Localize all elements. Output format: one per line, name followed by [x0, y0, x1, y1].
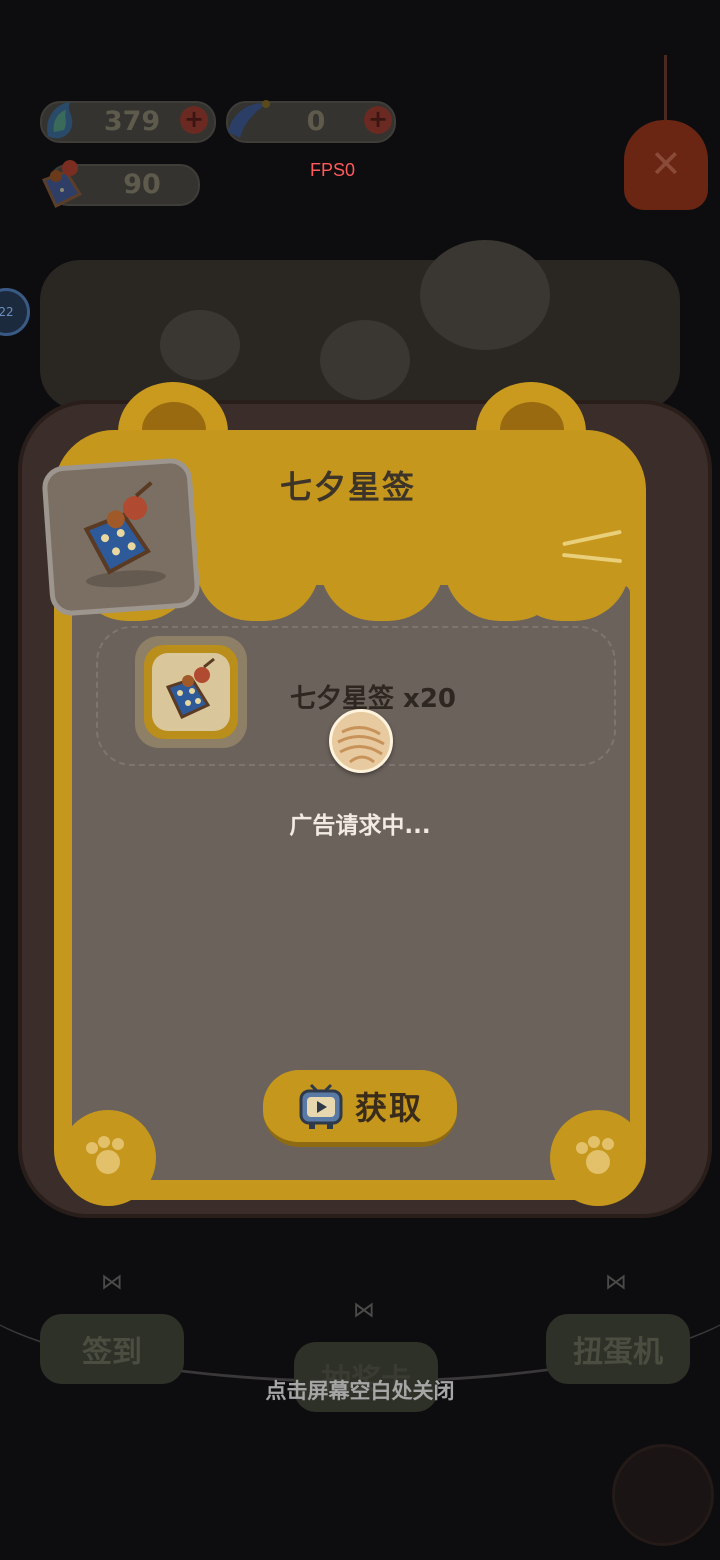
paw-icon	[86, 1136, 124, 1174]
fish-icon	[40, 96, 92, 148]
reward-item-slot	[152, 653, 230, 731]
get-button-label: 获取	[354, 1089, 423, 1127]
add-fish-button[interactable]: +	[180, 106, 208, 134]
fps-counter: FPS0	[310, 160, 356, 180]
bow-icon: ⋈	[353, 1298, 375, 1323]
star-tag-count: 90	[123, 169, 161, 200]
star-tag-icon	[83, 481, 166, 588]
close-hanger-rope	[664, 55, 667, 125]
dialog-title: 七夕星签	[279, 468, 416, 506]
level-badge[interactable]: 22	[0, 288, 30, 336]
menu-circle-button[interactable]	[612, 1444, 714, 1546]
close-icon[interactable]: ✕	[650, 142, 682, 186]
gacha-machine-button[interactable]: 扭蛋机	[546, 1314, 690, 1384]
paw-icon	[576, 1136, 614, 1174]
get-reward-button[interactable]: 获取	[263, 1070, 457, 1147]
banana-count: 0	[306, 106, 326, 137]
fish-count: 379	[103, 106, 161, 137]
paw-corner-decoration	[550, 1110, 646, 1206]
add-banana-button[interactable]: +	[364, 106, 392, 134]
cloud-decoration	[420, 240, 550, 350]
banana-icon	[222, 92, 274, 148]
star-tag-icon	[165, 657, 215, 719]
ad-loading-text: 广告请求中...	[289, 813, 431, 839]
cat-decoration	[320, 320, 410, 400]
bow-icon: ⋈	[605, 1270, 627, 1295]
reward-name: 七夕星签 x20	[290, 684, 457, 714]
bow-icon: ⋈	[101, 1270, 123, 1295]
tv-ad-icon	[299, 1083, 343, 1129]
yarn-loading-icon	[329, 709, 393, 773]
item-badge-card	[40, 456, 202, 618]
paw-corner-decoration	[60, 1110, 156, 1206]
cat-decoration	[160, 310, 240, 380]
star-tag-icon	[34, 150, 96, 220]
sign-in-button[interactable]: 签到	[40, 1314, 184, 1384]
close-hint-text[interactable]: 点击屏幕空白处关闭	[180, 1375, 540, 1405]
